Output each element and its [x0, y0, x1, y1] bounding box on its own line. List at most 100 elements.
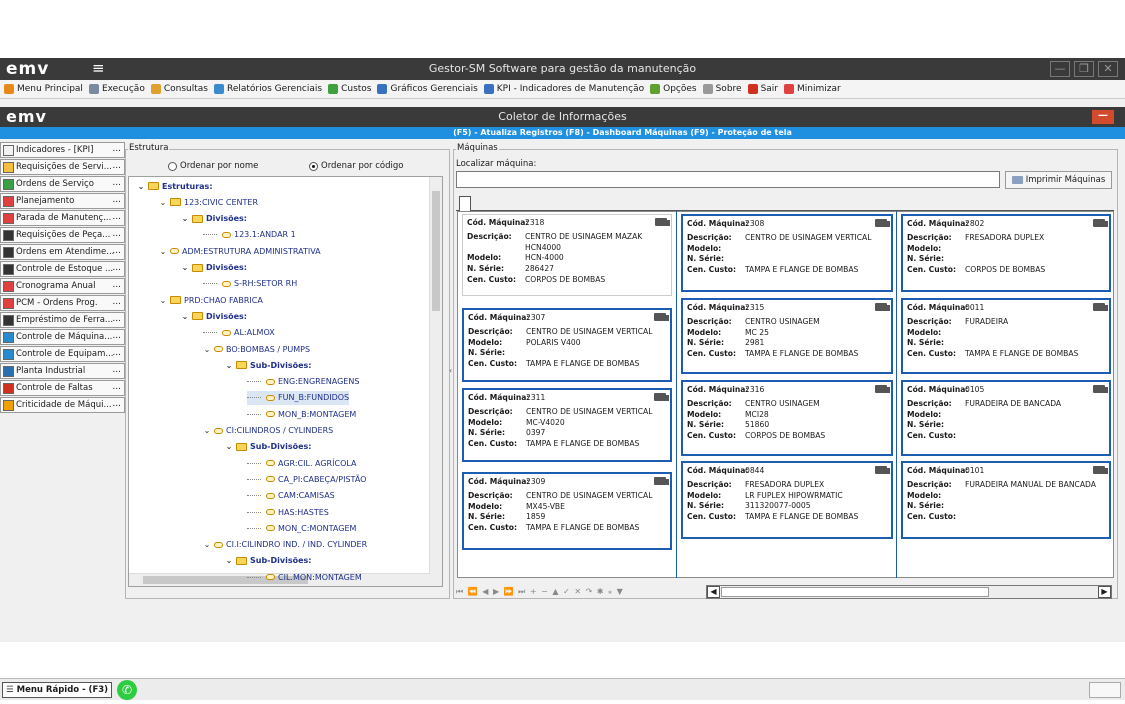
expand-chevron-icon[interactable]: ⌄: [181, 214, 189, 223]
expand-chevron-icon[interactable]: ⌄: [225, 442, 233, 451]
sidebar-item-ordens-em-atendime[interactable]: Ordens em Atendime......: [0, 244, 125, 260]
machine-search-input[interactable]: [456, 171, 1000, 188]
tree-node[interactable]: MON_C:MONTAGEM: [247, 521, 356, 535]
tree-node[interactable]: ⌄ Sub-Divisões:: [225, 358, 312, 372]
sidebar-item-ordens-de-servico[interactable]: Ordens de Serviço...: [0, 176, 125, 192]
tree-node[interactable]: 123.1:ANDAR 1: [203, 228, 296, 242]
sidebar-item-criticidade-de-maqui[interactable]: Criticidade de Máqui......: [0, 397, 125, 413]
sidebar-item-planta-industrial[interactable]: Planta Industrial...: [0, 363, 125, 379]
more-icon[interactable]: ...: [112, 263, 121, 273]
more-icon[interactable]: ...: [112, 331, 121, 341]
sidebar-item-emprestimo-de-ferra[interactable]: Empréstimo de Ferra......: [0, 312, 125, 328]
sidebar-item-indicadores-kpi[interactable]: Indicadores - [KPI]...: [0, 142, 125, 158]
sidebar-item-controle-de-equipam[interactable]: Controle de Equipam......: [0, 346, 125, 362]
machine-card[interactable]: Cód. Máquina: 2315 Descrição: CENTRO USINAG…: [681, 298, 893, 374]
tree-node[interactable]: AL:ALMOX: [203, 326, 275, 340]
truck-icon[interactable]: [1093, 466, 1108, 474]
more-icon[interactable]: ...: [112, 144, 121, 154]
truck-icon[interactable]: [875, 219, 890, 227]
machines-horizontal-scrollbar[interactable]: ◀ ▶: [706, 585, 1112, 599]
more-icon[interactable]: ...: [112, 212, 121, 222]
expand-chevron-icon[interactable]: ⌄: [181, 263, 189, 272]
truck-icon[interactable]: [655, 218, 670, 226]
tree-node[interactable]: ⌄ Sub-Divisões:: [225, 440, 312, 454]
menu-consultas[interactable]: Consultas: [150, 84, 208, 94]
tree-node[interactable]: ⌄ ADM:ESTRUTURA ADMINISTRATIVA: [159, 244, 321, 258]
tree-vertical-scrollbar[interactable]: [429, 177, 442, 586]
more-icon[interactable]: ...: [112, 161, 121, 171]
tree-node[interactable]: ⌄ CI:CILINDROS / CYLINDERS: [203, 424, 334, 438]
tree-node[interactable]: AGR:CIL. AGRÍCOLA: [247, 456, 356, 470]
menu-execucao[interactable]: Execução: [88, 84, 145, 94]
tree-node[interactable]: CAM:CAMISAS: [247, 489, 335, 503]
tree-node[interactable]: ⌄ Estruturas:: [137, 179, 213, 193]
tree-node[interactable]: ⌄ BO:BOMBAS / PUMPS: [203, 342, 310, 356]
machines-hscroll-thumb[interactable]: [721, 587, 989, 597]
tree-node[interactable]: ⌄ CI.I:CILINDRO IND. / IND. CYLINDER: [203, 538, 368, 552]
sidebar-item-controle-de-estoque[interactable]: Controle de Estoque ......: [0, 261, 125, 277]
tree-node[interactable]: S-RH:SETOR RH: [203, 277, 297, 291]
maximize-window-button[interactable]: ❐: [1074, 61, 1094, 77]
machine-card[interactable]: Cód. Máquina: 0105 Descrição: FURADEIRA DE …: [901, 380, 1111, 456]
expand-chevron-icon[interactable]: ⌄: [225, 361, 233, 370]
print-machines-button[interactable]: Imprimir Máquinas: [1005, 171, 1112, 189]
tree-node[interactable]: ⌄ Sub-Divisões:: [225, 554, 312, 568]
sidebar-item-planejamento[interactable]: Planejamento...: [0, 193, 125, 209]
machine-card[interactable]: Cód. Máquina: 2311 Descrição: CENTRO DE USI…: [462, 388, 672, 462]
machines-tab[interactable]: [459, 196, 471, 211]
sidebar-item-requisicoes-de-servi[interactable]: Requisições de Servi......: [0, 159, 125, 175]
truck-icon[interactable]: [875, 385, 890, 393]
machine-card[interactable]: Cód. Máquina: 0101 Descrição: FURADEIRA MAN…: [901, 461, 1111, 539]
menu-opcoes[interactable]: Opções: [650, 84, 697, 94]
sidebar-item-requisicoes-de-peca[interactable]: Requisições de Peça......: [0, 227, 125, 243]
truck-icon[interactable]: [875, 466, 890, 474]
tree-scroll-thumb[interactable]: [432, 191, 440, 311]
menu-sobre[interactable]: Sobre: [702, 84, 742, 94]
more-icon[interactable]: ...: [112, 246, 121, 256]
truck-icon[interactable]: [1093, 385, 1108, 393]
sidebar-item-cronograma-anual[interactable]: Cronograma Anual...: [0, 278, 125, 294]
expand-chevron-icon[interactable]: ⌄: [159, 198, 167, 207]
sidebar-item-controle-de-faltas[interactable]: Controle de Faltas...: [0, 380, 125, 396]
record-navigator[interactable]: ⏮ ⏪ ◀ ▶ ⏩ ⏭ + − ▲ ✓ ✕ ↷ ✱ ⁎ ▼: [456, 585, 696, 599]
truck-icon[interactable]: [654, 313, 669, 321]
more-icon[interactable]: ...: [112, 314, 121, 324]
tree-node[interactable]: HAS:HASTES: [247, 505, 329, 519]
expand-chevron-icon[interactable]: ⌄: [137, 182, 145, 191]
tree-node[interactable]: CA_PI:CABEÇA/PISTÃO: [247, 472, 366, 486]
truck-icon[interactable]: [1093, 219, 1108, 227]
expand-chevron-icon[interactable]: ⌄: [181, 312, 189, 321]
truck-icon[interactable]: [875, 303, 890, 311]
tree-node[interactable]: ⌄ PRD:CHAO FABRICA: [159, 293, 263, 307]
truck-icon[interactable]: [1093, 303, 1108, 311]
expand-chevron-icon[interactable]: ⌄: [203, 540, 211, 549]
machine-card[interactable]: Cód. Máquina: 0844 Descrição: FRESADORA DUP…: [681, 461, 893, 539]
more-icon[interactable]: ...: [112, 382, 121, 392]
more-icon[interactable]: ...: [112, 280, 121, 290]
menu-sair[interactable]: Sair: [747, 84, 778, 94]
tree-node[interactable]: ⌄ Divisões:: [181, 212, 247, 226]
truck-icon[interactable]: [654, 477, 669, 485]
tree-node[interactable]: ⌄ Divisões:: [181, 309, 247, 323]
scroll-left-icon[interactable]: ◀: [707, 586, 720, 598]
quick-menu-button[interactable]: ☰ Menu Rápido - (F3): [2, 682, 112, 698]
truck-icon[interactable]: [654, 393, 669, 401]
expand-chevron-icon[interactable]: ⌄: [159, 296, 167, 305]
machine-card[interactable]: Cód. Máquina: 2308 Descrição: CENTRO DE USI…: [681, 214, 893, 292]
menu-relatorios-gerenciais[interactable]: Relatórios Gerenciais: [213, 84, 322, 94]
machine-card[interactable]: Cód. Máquina: 0011 Descrição: FURADEIRA Mode…: [901, 298, 1111, 374]
expand-chevron-icon[interactable]: ⌄: [159, 247, 167, 256]
machine-card[interactable]: Cód. Máquina: 2802 Descrição: FRESADORA DUP…: [901, 214, 1111, 292]
machine-card[interactable]: Cód. Máquina: 2316 Descrição: CENTRO USINAG…: [681, 380, 893, 456]
machine-card[interactable]: Cód. Máquina: 2318 Descrição: CENTRO DE USI…: [462, 214, 672, 296]
scroll-right-icon[interactable]: ▶: [1098, 586, 1111, 598]
menu-menu-principal[interactable]: Menu Principal: [4, 84, 83, 94]
expand-chevron-icon[interactable]: ⌄: [225, 556, 233, 565]
more-icon[interactable]: ...: [112, 399, 121, 409]
tree-node[interactable]: ⌄ 123:CIVIC CENTER: [159, 195, 258, 209]
sidebar-item-parada-de-manutenc[interactable]: Parada de Manutenç......: [0, 210, 125, 226]
tree-node[interactable]: CIL.MON:MONTAGEM: [247, 570, 362, 584]
sidebar-item-pcm-ordens-prog[interactable]: PCM - Ordens Prog....: [0, 295, 125, 311]
more-icon[interactable]: ...: [112, 365, 121, 375]
sort-by-name-radio[interactable]: Ordenar por nome: [168, 161, 258, 171]
